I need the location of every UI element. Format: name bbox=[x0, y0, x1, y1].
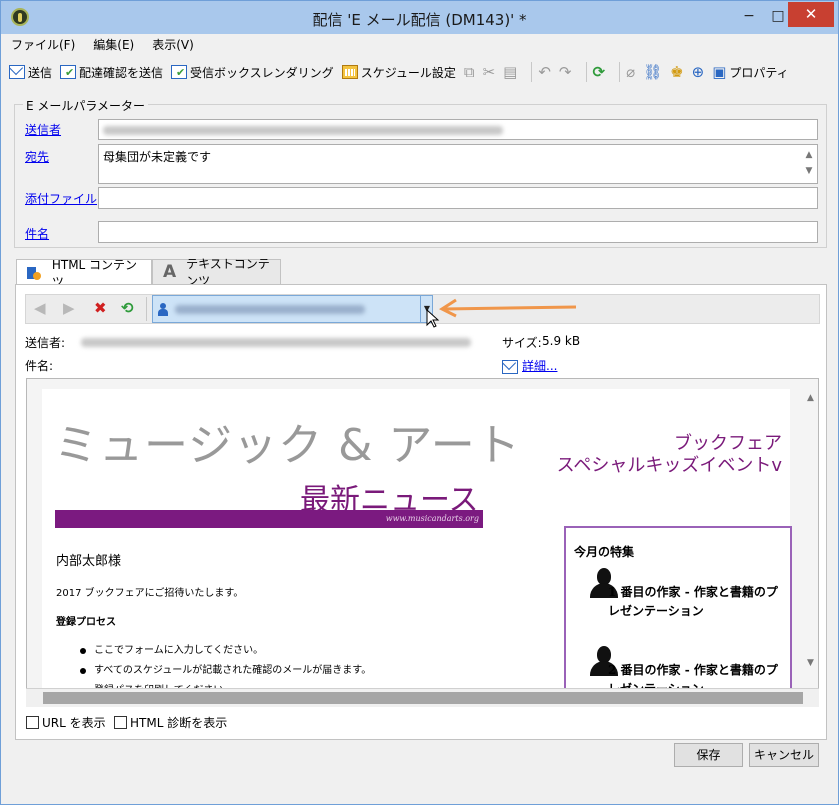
mail-check-icon bbox=[60, 65, 77, 79]
send-button[interactable]: 送信 bbox=[9, 64, 52, 81]
process-title: 登録プロセス bbox=[56, 617, 116, 628]
refresh-preview-icon[interactable]: ⟲ bbox=[121, 299, 134, 317]
menu-view[interactable]: 表示(V) bbox=[150, 35, 196, 53]
attachment-icon[interactable]: ⌀ bbox=[626, 63, 635, 81]
details-link[interactable]: 詳細... bbox=[522, 357, 557, 374]
schedule-label: スケジュール設定 bbox=[360, 65, 456, 80]
author-text: 1 番目の作家 - 作家と書籍のプレゼンテーション bbox=[608, 585, 778, 618]
link-icon[interactable]: ⛓ bbox=[643, 63, 662, 81]
title-bar: 配信 'E メール配信 (DM143)' * − □ ✕ bbox=[1, 1, 838, 34]
minimize-button[interactable]: − bbox=[735, 5, 763, 27]
preview-subject-label: 件名: bbox=[25, 359, 54, 373]
show-url-label: URL を表示 bbox=[42, 716, 106, 730]
preview-sender-label: 送信者: bbox=[25, 336, 66, 350]
next-arrow-icon[interactable]: ▶ bbox=[63, 299, 75, 317]
save-button[interactable]: 保存 bbox=[674, 743, 743, 767]
personalization-icon[interactable]: ♚ bbox=[670, 63, 683, 81]
recipient-value: 母集団が未定義です bbox=[103, 150, 212, 164]
list-item: すべてのスケジュールが記載された確認のメールが届きます。 bbox=[56, 664, 371, 684]
menu-file[interactable]: ファイル(F) bbox=[9, 35, 77, 53]
toolbar: 送信 配達確認を送信 受信ボックスレンダリング スケジュール設定 ⧉ ✂ ▤ ↶… bbox=[9, 59, 797, 85]
size-label: サイズ: bbox=[502, 336, 542, 350]
brand-url: www.musicandarts.org bbox=[385, 514, 479, 523]
send-proof-label: 配達確認を送信 bbox=[79, 65, 164, 80]
close-button[interactable]: ✕ bbox=[788, 2, 834, 27]
greeting: 内部太郎様 bbox=[56, 554, 122, 569]
toolbar-separator bbox=[585, 62, 587, 82]
redo-icon[interactable]: ↷ bbox=[559, 63, 572, 81]
recipient-link[interactable]: 宛先 bbox=[25, 148, 49, 165]
previous-arrow-icon[interactable]: ◀ bbox=[34, 299, 46, 317]
size-value: 5.9 kB bbox=[542, 334, 581, 348]
delete-icon[interactable]: ✖ bbox=[94, 299, 107, 317]
attachment-field[interactable] bbox=[98, 187, 818, 209]
preview-horizontal-scrollbar[interactable] bbox=[26, 688, 819, 707]
show-url-option[interactable]: URL を表示 bbox=[26, 714, 106, 731]
window-title: 配信 'E メール配信 (DM143)' * bbox=[312, 11, 527, 29]
properties-label: プロパティ bbox=[729, 65, 789, 80]
menu-bar: ファイル(F) 編集(E) 表示(V) bbox=[9, 35, 196, 53]
hero-title: ミュージック & アート bbox=[54, 420, 521, 471]
bookfair-line1: ブックフェア bbox=[674, 433, 782, 454]
blurred-recipient-email bbox=[175, 305, 365, 314]
inbox-rendering-button[interactable]: 受信ボックスレンダリング bbox=[171, 64, 334, 81]
paste-icon[interactable]: ▤ bbox=[503, 63, 517, 81]
copy-icon[interactable]: ⧉ bbox=[464, 63, 475, 81]
annotation-arrow bbox=[438, 298, 577, 318]
send-label: 送信 bbox=[28, 65, 53, 80]
clipboard-icon: ▣ bbox=[712, 63, 727, 81]
tab-text-content[interactable]: A テキストコンテンツ bbox=[152, 257, 281, 288]
email-parameters-legend: E メールパラメーター bbox=[23, 97, 149, 114]
blurred-preview-sender bbox=[81, 338, 471, 347]
preview-scroll-up[interactable]: ▲ bbox=[807, 393, 814, 403]
toolbar-separator bbox=[619, 62, 621, 82]
properties-button[interactable]: ▣ プロパティ bbox=[712, 63, 788, 81]
blurred-sender-address bbox=[103, 126, 503, 135]
feature-box: 今月の特集 1 番目の作家 - 作家と書籍のプレゼンテーション 2 番目の作家 … bbox=[564, 526, 792, 706]
recipient-scrollbar[interactable]: ▲ ▼ bbox=[803, 147, 815, 179]
inbox-check-icon bbox=[171, 65, 188, 79]
person-icon bbox=[158, 303, 168, 316]
show-html-diag-option[interactable]: HTML 診断を表示 bbox=[114, 714, 227, 731]
mail-icon bbox=[9, 65, 25, 79]
details-mail-icon bbox=[502, 360, 518, 374]
feature-title: 今月の特集 bbox=[574, 545, 635, 559]
inbox-rendering-label: 受信ボックスレンダリング bbox=[190, 65, 334, 80]
attachment-link[interactable]: 添付ファイル bbox=[25, 190, 97, 207]
show-html-diag-label: HTML 診断を表示 bbox=[130, 716, 228, 730]
email-body: ミュージック & アート 最新ニュース www.musicandarts.org… bbox=[42, 389, 792, 706]
send-proof-button[interactable]: 配達確認を送信 bbox=[60, 64, 163, 81]
test-recipient-dropdown[interactable] bbox=[152, 295, 433, 323]
invitation-text: 2017 ブックフェアにご招待いたします。 bbox=[56, 588, 244, 599]
show-url-checkbox[interactable] bbox=[26, 716, 39, 729]
menu-edit[interactable]: 編集(E) bbox=[91, 35, 136, 53]
subject-link[interactable]: 件名 bbox=[25, 225, 49, 242]
subject-field[interactable] bbox=[98, 221, 818, 243]
sender-field[interactable] bbox=[98, 119, 818, 140]
refresh-icon[interactable]: ⟳ bbox=[593, 63, 606, 81]
email-preview[interactable]: ミュージック & アート 最新ニュース www.musicandarts.org… bbox=[26, 378, 819, 707]
brand-bar: www.musicandarts.org bbox=[55, 510, 483, 528]
sender-link[interactable]: 送信者 bbox=[25, 121, 61, 138]
text-content-icon: A bbox=[163, 262, 177, 282]
bookfair-line2: スペシャルキッズイベントv bbox=[556, 455, 782, 476]
cancel-button[interactable]: キャンセル bbox=[749, 743, 819, 767]
tracking-icon[interactable]: ⊕ bbox=[692, 63, 705, 81]
nav-separator bbox=[146, 297, 147, 321]
calendar-icon bbox=[341, 65, 358, 79]
undo-icon[interactable]: ↶ bbox=[538, 63, 551, 81]
toolbar-separator bbox=[531, 62, 533, 82]
cut-icon[interactable]: ✂ bbox=[483, 63, 496, 81]
preview-scroll-down[interactable]: ▼ bbox=[807, 658, 814, 668]
show-html-diag-checkbox[interactable] bbox=[114, 716, 127, 729]
scrollbar-thumb[interactable] bbox=[43, 692, 803, 704]
mouse-cursor-icon bbox=[426, 309, 440, 328]
html-content-icon bbox=[27, 265, 41, 280]
list-item: ここでフォームに入力してください。 bbox=[56, 644, 371, 664]
bookfair-heading: ブックフェア スペシャルキッズイベントv bbox=[542, 433, 782, 477]
delivery-window: 配信 'E メール配信 (DM143)' * − □ ✕ ファイル(F) 編集(… bbox=[0, 0, 839, 805]
tab-html-content[interactable]: HTML コンテンツ bbox=[16, 258, 152, 289]
recipient-field[interactable]: 母集団が未定義です ▲ ▼ bbox=[98, 144, 818, 184]
schedule-button[interactable]: スケジュール設定 bbox=[341, 64, 456, 81]
